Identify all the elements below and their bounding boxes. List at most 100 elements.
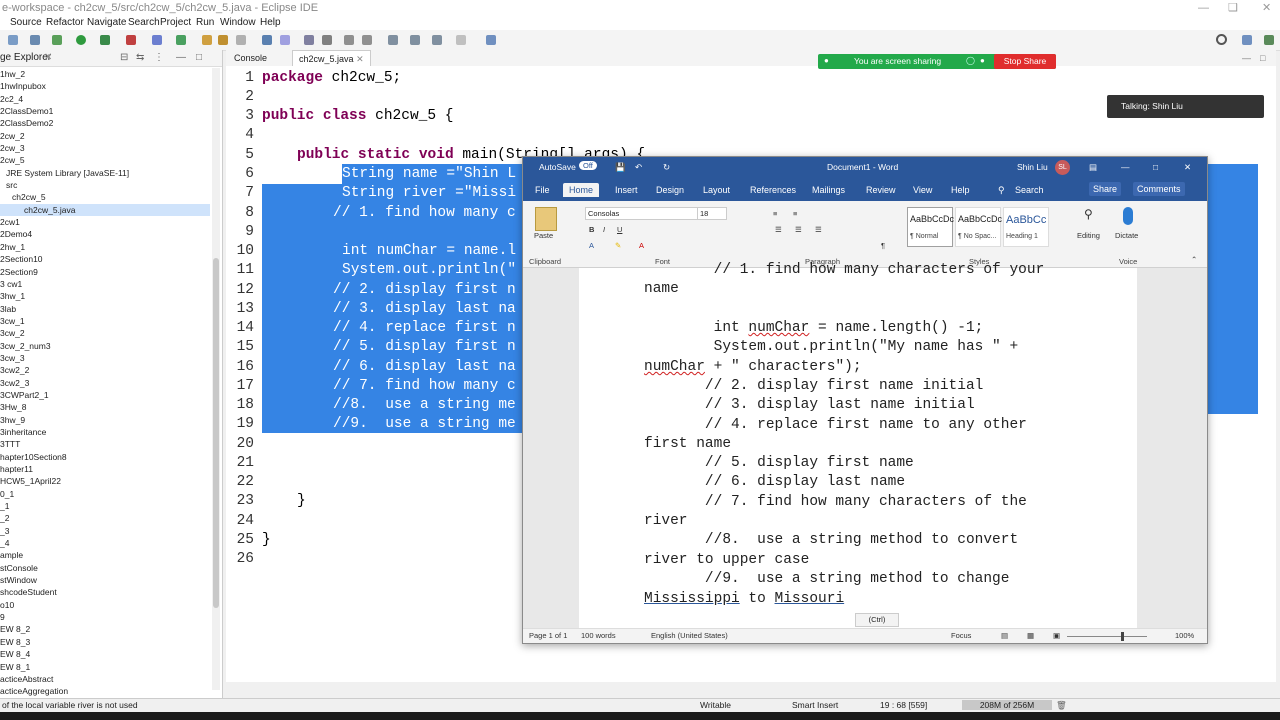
font-name-select[interactable]: Consolas <box>585 207 699 220</box>
history-back-icon[interactable] <box>456 35 466 45</box>
collapse-ribbon-icon[interactable]: ⌃ <box>1191 255 1197 264</box>
tree-item[interactable]: EW 8_4 <box>0 648 210 660</box>
microphone-icon[interactable] <box>1123 207 1133 225</box>
debug-icon[interactable] <box>52 35 62 45</box>
close-tab-icon[interactable]: ✕ <box>356 54 364 64</box>
comments-button[interactable]: Comments <box>1133 182 1185 196</box>
tree-item[interactable]: o10 <box>0 599 210 611</box>
mic-icon[interactable]: ● <box>980 56 985 65</box>
next-annotation-icon[interactable] <box>344 35 354 45</box>
tab-help[interactable]: Help <box>951 185 970 195</box>
tree-item[interactable]: 2Demo4 <box>0 228 210 240</box>
tree-item[interactable]: 3cw_2_num3 <box>0 340 210 352</box>
show-whitespace-icon[interactable] <box>304 35 314 45</box>
share-button[interactable]: Share <box>1089 182 1122 196</box>
tree-item[interactable]: _4 <box>0 537 210 549</box>
coverage-icon[interactable] <box>100 35 110 45</box>
bullets-icon[interactable]: ≡ <box>773 209 777 218</box>
tree-item[interactable]: 3cw_1 <box>0 315 210 327</box>
tab-design[interactable]: Design <box>656 185 684 195</box>
minimize-view-icon[interactable]: — <box>176 52 186 63</box>
zoom-slider[interactable] <box>1067 636 1147 637</box>
tree-item[interactable]: stConsole <box>0 562 210 574</box>
open-type-icon[interactable] <box>202 35 212 45</box>
tree-item[interactable]: _1 <box>0 500 210 512</box>
tree-item[interactable]: 9 <box>0 611 210 623</box>
find-icon[interactable]: ⚲ <box>1084 207 1093 221</box>
tree-item[interactable]: EW 8_3 <box>0 636 210 648</box>
pause-share-icon[interactable]: ◯ <box>966 56 975 65</box>
numbering-icon[interactable]: ≡ <box>793 209 797 218</box>
stop-share-button[interactable]: Stop Share <box>994 54 1056 69</box>
focus-button[interactable]: Focus <box>951 631 971 640</box>
zoom-slider-handle[interactable] <box>1121 632 1124 641</box>
tree-item[interactable]: 3TTT <box>0 438 210 450</box>
run-icon[interactable] <box>76 35 86 45</box>
tree-item[interactable]: 3lab <box>0 303 210 315</box>
font-size-select[interactable]: 18 <box>697 207 727 220</box>
collapse-all-icon[interactable]: ⊟ <box>120 52 128 63</box>
close-icon[interactable]: ✕ <box>1184 162 1191 173</box>
tree-item[interactable]: 3Hw_8 <box>0 401 210 413</box>
menu-refactor[interactable]: Refactor <box>46 16 84 30</box>
tree-item[interactable]: 3cw_3 <box>0 352 210 364</box>
tree-item[interactable]: 2cw1 <box>0 216 210 228</box>
tree-item[interactable]: JRE System Library [JavaSE-11] <box>0 167 210 179</box>
minimize-icon[interactable]: — <box>1198 0 1209 16</box>
minimize-icon[interactable]: — <box>1121 162 1130 172</box>
new-java-project-icon[interactable] <box>152 35 162 45</box>
avatar[interactable]: SL <box>1055 160 1070 175</box>
java-perspective-icon[interactable] <box>1264 35 1274 45</box>
font-color-icon[interactable]: A <box>589 241 594 250</box>
tree-item[interactable]: 3inheritance <box>0 426 210 438</box>
heap-status[interactable]: 208M of 256M <box>962 700 1052 710</box>
tree-item[interactable]: 3hw_1 <box>0 290 210 302</box>
style-no-spacing[interactable]: AaBbCcDc ¶ No Spac... <box>955 207 1002 247</box>
tab-home[interactable]: Home <box>563 183 600 197</box>
align-right-icon[interactable]: ☰ <box>815 225 822 234</box>
italic-icon[interactable]: I <box>603 225 605 234</box>
tree-item[interactable]: 3cw2_2 <box>0 364 210 376</box>
tree-item[interactable]: 2cw_5 <box>0 154 210 166</box>
tab-ch2cw5-java[interactable]: ch2cw_5.java ✕ <box>292 50 371 67</box>
menu-help[interactable]: Help <box>260 16 281 30</box>
tree-item[interactable]: 3 cw1 <box>0 278 210 290</box>
tree-item[interactable]: 2cw_3 <box>0 142 210 154</box>
tree-item[interactable]: _2 <box>0 512 210 524</box>
tree-item[interactable]: 3cw2_3 <box>0 377 210 389</box>
tree-item[interactable]: 2Section9 <box>0 266 210 278</box>
tree-item[interactable]: stWindow <box>0 574 210 586</box>
new-package-icon[interactable] <box>176 35 186 45</box>
zoom-level[interactable]: 100% <box>1175 631 1194 640</box>
tree-item[interactable]: 2Section10 <box>0 253 210 265</box>
tree-item[interactable]: _3 <box>0 525 210 537</box>
bold-icon[interactable]: B <box>589 225 594 234</box>
tree-item[interactable]: src <box>0 179 210 191</box>
menu-run[interactable]: Run <box>196 16 214 30</box>
save-icon[interactable] <box>30 35 40 45</box>
undo-icon[interactable]: ↶ <box>635 162 642 173</box>
tab-mailings[interactable]: Mailings <box>812 185 845 195</box>
tree-item-selected[interactable]: ch2cw_5.java <box>0 203 210 217</box>
tree-item[interactable]: hapter11 <box>0 463 210 475</box>
prev-annotation-icon[interactable] <box>362 35 372 45</box>
tree-item[interactable]: 2cw_2 <box>0 130 210 142</box>
tree-item[interactable]: acticeAbstract <box>0 673 210 685</box>
word-count[interactable]: 100 words <box>581 631 616 640</box>
back-icon[interactable] <box>410 35 420 45</box>
tree-item[interactable]: 3CWPart2_1 <box>0 389 210 401</box>
view-menu-icon[interactable]: ⋮ <box>154 52 164 63</box>
maximize-editor-icon[interactable]: □ <box>1254 50 1271 66</box>
garbage-collect-icon[interactable]: 🗑 <box>1056 700 1067 711</box>
close-tab-icon[interactable]: ✕ <box>44 52 52 63</box>
last-edit-icon[interactable] <box>388 35 398 45</box>
tab-view[interactable]: View <box>913 185 932 195</box>
tree-item[interactable]: 2ClassDemo1 <box>0 105 210 117</box>
tab-console[interactable]: Console <box>228 50 273 66</box>
tab-references[interactable]: References <box>750 185 796 195</box>
tree-item[interactable]: 0_1 <box>0 488 210 500</box>
menu-project[interactable]: Project <box>160 16 191 30</box>
document-page[interactable]: // 1. find how many characters of your n… <box>579 262 1137 628</box>
redo-icon[interactable]: ↻ <box>663 162 670 173</box>
style-normal[interactable]: AaBbCcDc ¶ Normal <box>907 207 954 247</box>
